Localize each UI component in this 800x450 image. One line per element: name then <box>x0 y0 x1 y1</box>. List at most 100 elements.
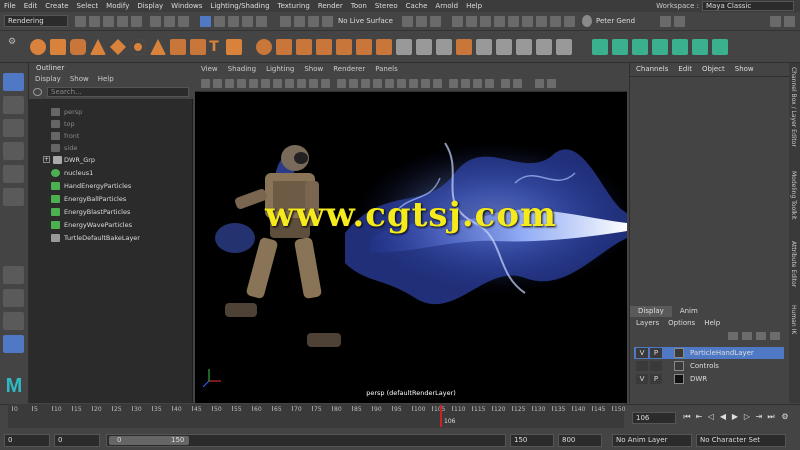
poly-cylinder-icon[interactable] <box>70 39 86 55</box>
motion-blur-icon[interactable] <box>421 79 430 88</box>
poly-cube-icon[interactable] <box>50 39 66 55</box>
single-perspective-layout-icon[interactable] <box>3 266 24 284</box>
render-frame-icon[interactable] <box>294 16 305 27</box>
xray-joints-icon[interactable] <box>473 79 482 88</box>
panel-toggle-icon[interactable] <box>452 16 463 27</box>
step-forward-frame-icon[interactable]: ▷ <box>742 412 752 422</box>
uv-editor-icon[interactable] <box>672 39 688 55</box>
layer-playback-toggle[interactable]: P <box>650 374 662 384</box>
poly-type-icon[interactable]: T <box>206 39 222 55</box>
live-surface-label[interactable]: No Live Surface <box>338 16 396 27</box>
snap-surface-icon[interactable] <box>256 16 267 27</box>
unfold-icon[interactable] <box>712 39 728 55</box>
step-forward-key-icon[interactable]: ⇥ <box>754 412 764 422</box>
menu-modify[interactable]: Modify <box>102 0 133 12</box>
poly-prism-icon[interactable] <box>150 39 166 55</box>
bridge-icon[interactable] <box>376 39 392 55</box>
offset-edge-loop-icon[interactable] <box>536 39 552 55</box>
poly-torus-icon[interactable] <box>130 39 146 55</box>
snap-point-icon[interactable] <box>228 16 239 27</box>
layer-row-particlehandlayer[interactable]: V P ParticleHandLayer <box>634 347 784 359</box>
poly-plane-icon[interactable] <box>110 39 126 55</box>
layer-row-controls[interactable]: Controls <box>634 360 784 372</box>
character-set-dropdown[interactable]: No Character Set <box>696 434 786 447</box>
mirror-icon[interactable] <box>296 39 312 55</box>
tab-modeling-toolkit[interactable]: Modeling Toolkit <box>790 171 797 219</box>
channel-box-area[interactable] <box>630 76 790 304</box>
menu-file[interactable]: File <box>0 0 20 12</box>
combine-icon[interactable] <box>256 39 272 55</box>
layer-color-swatch[interactable] <box>674 361 684 371</box>
outliner-item-turtledefaultbakelayer[interactable]: TurtleDefaultBakeLayer <box>29 232 193 244</box>
menu-texturing[interactable]: Texturing <box>274 0 314 12</box>
step-back-key-icon[interactable]: ⇤ <box>694 412 704 422</box>
channel-box-toggle-icon[interactable] <box>494 16 505 27</box>
animation-start-field[interactable]: 0 <box>4 434 50 447</box>
exposure-icon[interactable] <box>501 79 510 88</box>
svg-icon[interactable] <box>226 39 242 55</box>
outliner-item-energyballparticles[interactable]: EnergyBallParticles <box>29 193 193 205</box>
tab-channel-box-layer-editor[interactable]: Channel Box / Layer Editor <box>790 67 797 147</box>
gate-mask-icon[interactable] <box>285 79 294 88</box>
open-scene-icon[interactable] <box>89 16 100 27</box>
sidebar-toggle-icon[interactable] <box>784 16 795 27</box>
outliner-item-side[interactable]: side <box>29 142 193 154</box>
help-search-icon[interactable] <box>660 16 671 27</box>
outliner-item-nucleus1[interactable]: nucleus1 <box>29 167 193 179</box>
time-slider[interactable]: 0 5 10 15 20 25 30 35 40 45 50 55 60 65 70 75 80 85 90 95 10… <box>8 404 625 428</box>
menu-help[interactable]: Help <box>462 0 486 12</box>
smooth-icon[interactable] <box>316 39 332 55</box>
spherical-uv-icon[interactable] <box>632 39 648 55</box>
tab-display[interactable]: Display <box>630 306 672 317</box>
camera-select-icon[interactable] <box>201 79 210 88</box>
layer-menu-options[interactable]: Options <box>668 317 695 329</box>
viewport-menu-view[interactable]: View <box>201 63 218 76</box>
textured-icon[interactable] <box>373 79 382 88</box>
snap-grid-icon[interactable] <box>200 16 211 27</box>
new-scene-icon[interactable] <box>75 16 86 27</box>
paint-select-tool-icon[interactable] <box>3 119 24 137</box>
layer-visibility-toggle[interactable]: V <box>636 348 648 358</box>
lasso-tool-icon[interactable] <box>3 96 24 114</box>
move-layer-down-icon[interactable] <box>742 332 752 340</box>
persp-outliner-layout-icon[interactable] <box>3 312 24 330</box>
snap-plane-icon[interactable] <box>242 16 253 27</box>
layer-row-dwr[interactable]: V P DWR <box>634 373 784 385</box>
anti-aliasing-icon[interactable] <box>433 79 442 88</box>
menu-select[interactable]: Select <box>73 0 103 12</box>
camera-attributes-icon[interactable] <box>213 79 222 88</box>
channel-menu-object[interactable]: Object <box>702 63 725 75</box>
planar-uv-icon[interactable] <box>592 39 608 55</box>
play-backwards-icon[interactable]: ◀ <box>718 412 728 422</box>
wireframe-on-shaded-icon[interactable] <box>361 79 370 88</box>
expand-icon[interactable]: + <box>43 156 50 163</box>
move-layer-up-icon[interactable] <box>728 332 738 340</box>
user-avatar-icon[interactable] <box>582 15 592 27</box>
graph-editor-icon[interactable] <box>550 16 561 27</box>
viewport-menu-renderer[interactable]: Renderer <box>333 63 365 76</box>
menu-arnold[interactable]: Arnold <box>431 0 462 12</box>
separate-icon[interactable] <box>276 39 292 55</box>
menu-cache[interactable]: Cache <box>402 0 432 12</box>
snap-curve-icon[interactable] <box>214 16 225 27</box>
channel-menu-show[interactable]: Show <box>735 63 754 75</box>
menu-create[interactable]: Create <box>41 0 72 12</box>
outliner-item-energyblastparticles[interactable]: EnergyBlastParticles <box>29 206 193 218</box>
save-scene-icon[interactable] <box>103 16 114 27</box>
range-slider[interactable]: 0 150 <box>106 434 506 447</box>
connect-icon[interactable] <box>436 39 452 55</box>
menuset-dropdown[interactable]: Rendering <box>4 15 68 27</box>
safe-title-icon[interactable] <box>321 79 330 88</box>
tool-settings-icon[interactable] <box>480 16 491 27</box>
layer-menu-help[interactable]: Help <box>704 317 720 329</box>
outliner-item-top[interactable]: top <box>29 118 193 130</box>
menu-toon[interactable]: Toon <box>347 0 371 12</box>
ambient-occlusion-icon[interactable] <box>409 79 418 88</box>
grid-icon[interactable] <box>249 79 258 88</box>
user-name[interactable]: Peter Gend <box>596 16 656 27</box>
bevel-icon[interactable] <box>356 39 372 55</box>
viewport-menu-lighting[interactable]: Lighting <box>266 63 294 76</box>
playback-start-field[interactable]: 0 <box>54 434 100 447</box>
hypershade-icon[interactable] <box>536 16 547 27</box>
menu-render[interactable]: Render <box>314 0 347 12</box>
